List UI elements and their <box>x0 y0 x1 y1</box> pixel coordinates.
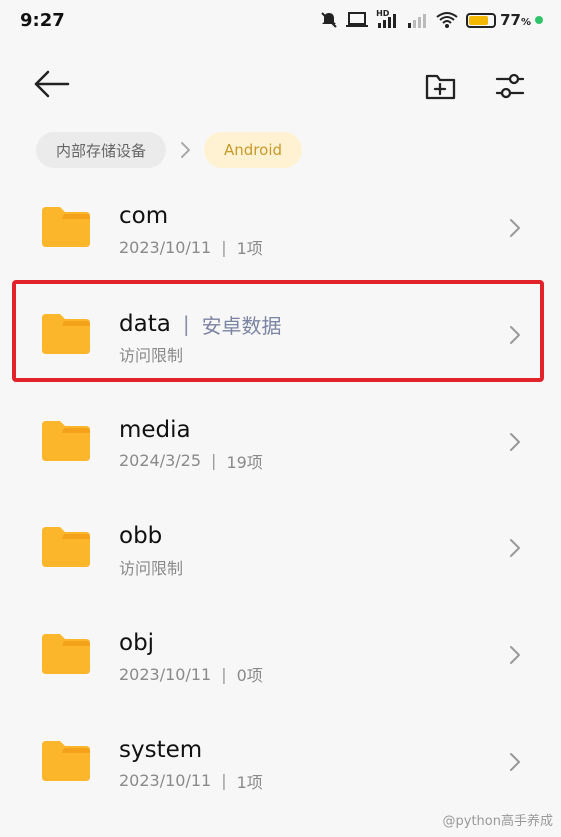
item-count: 1项 <box>236 772 263 792</box>
status-icons: HD 77% <box>320 9 543 29</box>
item-count: 19项 <box>226 452 263 472</box>
breadcrumb-current[interactable]: Android <box>204 132 303 168</box>
item-name: obj <box>119 630 155 657</box>
item-name: media <box>119 416 191 443</box>
name-divider: | <box>182 312 190 337</box>
chevron-right-icon <box>510 752 520 771</box>
battery-percent: 77% <box>500 11 531 29</box>
item-meta: 2023/10/11 | 0项 <box>119 662 263 686</box>
item-date: 2023/10/11 <box>119 664 212 684</box>
status-time: 9:27 <box>20 9 65 31</box>
battery-icon <box>466 12 497 28</box>
item-meta: 2024/3/25 | 19项 <box>119 449 263 473</box>
chevron-right-icon <box>181 142 191 158</box>
list-item-data[interactable]: data | 安卓数据 访问限制 <box>0 282 561 389</box>
wifi-icon <box>436 12 458 28</box>
folder-icon <box>42 527 90 568</box>
breadcrumb: 内部存储设备 Android <box>36 132 303 168</box>
item-alias: 安卓数据 <box>201 313 282 338</box>
meta-divider: | <box>211 451 217 471</box>
hd-signal-icon: HD <box>376 9 398 29</box>
list-item-obb[interactable]: obb 访问限制 <box>0 495 561 602</box>
item-name: obb <box>119 523 163 550</box>
chevron-right-icon <box>510 219 520 237</box>
sliders-icon <box>495 73 525 99</box>
item-count: 0项 <box>236 666 263 686</box>
meta-divider: | <box>221 771 227 791</box>
item-date: 2024/3/25 <box>119 451 202 471</box>
chevron-right-icon <box>510 325 520 344</box>
laptop-icon <box>346 12 369 27</box>
chevron-right-icon <box>510 432 520 451</box>
item-name: system <box>119 736 203 763</box>
item-status: 访问限制 <box>119 345 184 365</box>
item-status: 访问限制 <box>119 559 184 579</box>
battery-fill <box>469 15 488 25</box>
filter-button[interactable] <box>490 66 530 106</box>
status-bar: 9:27 HD 77% <box>0 0 561 40</box>
folder-icon <box>42 740 90 781</box>
mute-bell-icon <box>321 12 337 28</box>
charging-dot <box>535 16 543 24</box>
folder-icon <box>42 420 90 461</box>
item-meta: 2023/10/11 | 1项 <box>119 769 263 793</box>
battery: 77% <box>466 11 543 29</box>
meta-divider: | <box>221 664 227 684</box>
folder-icon <box>42 634 90 675</box>
meta-divider: | <box>221 237 227 257</box>
list-item-media[interactable]: media 2024/3/25 | 19项 <box>0 389 561 496</box>
new-folder-button[interactable] <box>420 66 460 106</box>
item-count: 1项 <box>236 239 263 258</box>
list-item-system[interactable]: system 2023/10/11 | 1项 <box>0 709 561 816</box>
list-item-com[interactable]: com 2023/10/11 | 1项 <box>0 175 561 282</box>
signal-weak-icon <box>408 14 427 28</box>
back-button[interactable] <box>30 66 74 102</box>
file-list: com 2023/10/11 | 1项 data | 安卓数据 访问限制 med… <box>0 175 561 816</box>
item-name: com <box>119 203 169 229</box>
item-name: data | 安卓数据 <box>119 311 282 338</box>
item-date: 2023/10/11 <box>119 237 212 257</box>
item-meta: 访问限制 <box>119 342 183 366</box>
breadcrumb-root[interactable]: 内部存储设备 <box>36 132 167 168</box>
chevron-right-icon <box>510 539 520 558</box>
chevron-right-icon <box>510 646 520 665</box>
folder-icon <box>42 207 90 247</box>
folder-icon <box>42 313 90 354</box>
watermark: @python高手养成 <box>442 814 553 829</box>
top-toolbar <box>0 56 561 112</box>
item-meta: 访问限制 <box>119 555 183 579</box>
item-meta: 2023/10/11 | 1项 <box>119 235 263 259</box>
item-date: 2023/10/11 <box>119 771 212 791</box>
arrow-left-icon <box>34 70 70 98</box>
list-item-obj[interactable]: obj 2023/10/11 | 0项 <box>0 602 561 709</box>
folder-plus-icon <box>425 74 456 100</box>
